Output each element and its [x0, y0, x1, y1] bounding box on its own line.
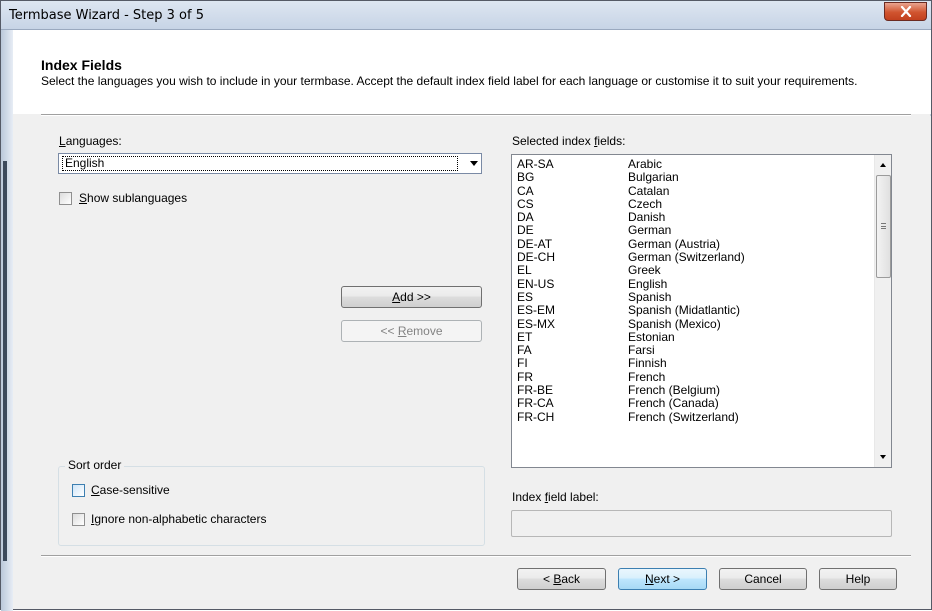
index-field-language: Arabic: [628, 157, 663, 171]
index-field-row[interactable]: BG Bulgarian: [517, 171, 872, 184]
languages-label: Languages:: [59, 134, 122, 148]
index-field-code: DE: [517, 223, 534, 238]
index-field-code: ES: [517, 289, 534, 304]
index-field-code: FR-CH: [517, 409, 555, 424]
index-field-row[interactable]: DA Danish: [517, 211, 872, 224]
show-sublanguages-checkbox[interactable]: [59, 192, 72, 205]
scroll-down-icon[interactable]: [880, 455, 886, 459]
ignore-non-alphabetic-checkbox[interactable]: [72, 513, 85, 526]
index-field-label-caption: Index field label:: [512, 490, 599, 504]
index-field-language: French (Canada): [628, 396, 719, 411]
scrollbar-thumb[interactable]: [876, 175, 891, 278]
index-field-row[interactable]: AR-SA Arabic: [517, 158, 872, 171]
sort-order-group: [58, 466, 485, 546]
index-field-language: German: [628, 223, 672, 238]
show-sublanguages-label[interactable]: Show sublanguages: [79, 191, 187, 205]
list-scrollbar[interactable]: [874, 155, 891, 467]
index-field-language: Spanish (Midatlantic): [628, 303, 741, 318]
selected-index-fields-list[interactable]: AR-SA Arabic BG Bulgarian CA Catalan CS Czech DA…: [511, 154, 892, 468]
index-field-row[interactable]: DE-AT German (Austria): [517, 236, 872, 251]
close-button[interactable]: [884, 2, 927, 21]
index-field-language: Greek: [628, 263, 661, 278]
cancel-button[interactable]: Cancel: [719, 568, 807, 590]
termbase-wizard-window: Termbase Wizard - Step 3 of 5 Index Fiel…: [0, 0, 932, 611]
index-field-code: DE-AT: [517, 236, 553, 251]
index-field-code: FI: [517, 356, 528, 371]
index-field-language: Czech: [628, 196, 663, 211]
case-sensitive-checkbox[interactable]: [72, 484, 85, 497]
index-field-code: DA: [517, 210, 534, 225]
index-field-language: Estonian: [628, 329, 675, 344]
page-description: Select the languages you wish to include…: [41, 74, 858, 88]
index-fields-rows: AR-SA Arabic BG Bulgarian CA Catalan CS Czech DA…: [517, 158, 872, 424]
selected-index-fields-label: Selected index fields:: [512, 134, 626, 148]
index-field-code: FR-BE: [517, 383, 553, 398]
help-button[interactable]: Help: [819, 568, 897, 590]
index-field-code: BG: [517, 170, 535, 185]
remove-button[interactable]: << Remove: [341, 320, 482, 342]
index-field-code: FR-CA: [517, 396, 554, 411]
index-field-language: German (Austria): [628, 236, 721, 251]
index-field-code: EL: [517, 263, 532, 278]
index-field-row[interactable]: DE German: [517, 224, 872, 237]
index-field-code: FR: [517, 369, 533, 384]
languages-dropdown[interactable]: English: [58, 153, 482, 174]
index-field-label-input[interactable]: [511, 510, 892, 537]
index-field-row[interactable]: ES-MX Spanish (Mexico): [517, 316, 872, 331]
index-field-language: French (Belgium): [628, 383, 721, 398]
index-field-language: French (Switzerland): [628, 409, 739, 424]
sort-order-title: Sort order: [65, 458, 125, 472]
index-field-row[interactable]: ES Spanish: [517, 289, 872, 304]
index-field-code: CS: [517, 196, 534, 211]
index-field-row[interactable]: ES-EM Spanish (Midatlantic): [517, 304, 872, 317]
case-sensitive-label[interactable]: Case-sensitive: [91, 483, 170, 497]
title-bar[interactable]: Termbase Wizard - Step 3 of 5: [1, 1, 931, 30]
background-window-edge: [3, 161, 7, 561]
index-field-language: Danish: [628, 210, 666, 225]
index-field-row[interactable]: FI Finnish: [517, 357, 872, 370]
index-field-language: Catalan: [628, 183, 670, 198]
index-field-row[interactable]: ET Estonian: [517, 329, 872, 344]
index-field-row[interactable]: FR-CH French (Switzerland): [517, 409, 872, 424]
page-title: Index Fields: [41, 57, 122, 73]
index-field-code: AR-SA: [517, 157, 554, 171]
index-field-language: Spanish: [628, 289, 672, 304]
index-field-row[interactable]: FR-BE French (Belgium): [517, 384, 872, 397]
index-field-code: ET: [517, 329, 533, 344]
index-field-language: English: [628, 276, 668, 291]
next-button[interactable]: Next >: [618, 568, 707, 590]
index-field-code: ES-EM: [517, 303, 556, 318]
wizard-header: Index Fields Select the languages you wi…: [13, 30, 931, 114]
back-button[interactable]: < Back: [517, 568, 606, 590]
index-field-row[interactable]: FR French: [517, 369, 872, 384]
index-field-row[interactable]: CS Czech: [517, 196, 872, 211]
grip-icon: [881, 223, 886, 229]
chevron-down-icon[interactable]: [470, 161, 478, 166]
footer-divider: [41, 555, 911, 557]
close-icon: [900, 6, 912, 17]
index-field-language: Spanish (Mexico): [628, 316, 721, 331]
ignore-non-alphabetic-label[interactable]: Ignore non-alphabetic characters: [91, 512, 266, 526]
index-field-row[interactable]: EL Greek: [517, 264, 872, 277]
index-field-language: Farsi: [628, 343, 655, 358]
add-button[interactable]: Add >>: [341, 286, 482, 308]
index-field-code: ES-MX: [517, 316, 556, 331]
index-field-code: EN-US: [517, 276, 555, 291]
index-field-row[interactable]: FR-CA French (Canada): [517, 397, 872, 410]
scroll-up-icon[interactable]: [880, 163, 886, 167]
index-field-language: German (Switzerland): [628, 250, 745, 265]
index-field-row[interactable]: EN-US English: [517, 276, 872, 291]
index-field-language: Bulgarian: [628, 170, 679, 185]
index-field-code: DE-CH: [517, 250, 555, 265]
index-field-language: Finnish: [628, 356, 667, 371]
index-field-row[interactable]: CA Catalan: [517, 183, 872, 198]
index-field-code: CA: [517, 183, 534, 198]
index-field-language: French: [628, 369, 666, 384]
languages-dropdown-value: English: [62, 156, 458, 171]
index-field-code: FA: [517, 343, 532, 358]
index-field-row[interactable]: FA Farsi: [517, 344, 872, 357]
window-title: Termbase Wizard - Step 3 of 5: [9, 8, 204, 23]
index-field-row[interactable]: DE-CH German (Switzerland): [517, 251, 872, 264]
